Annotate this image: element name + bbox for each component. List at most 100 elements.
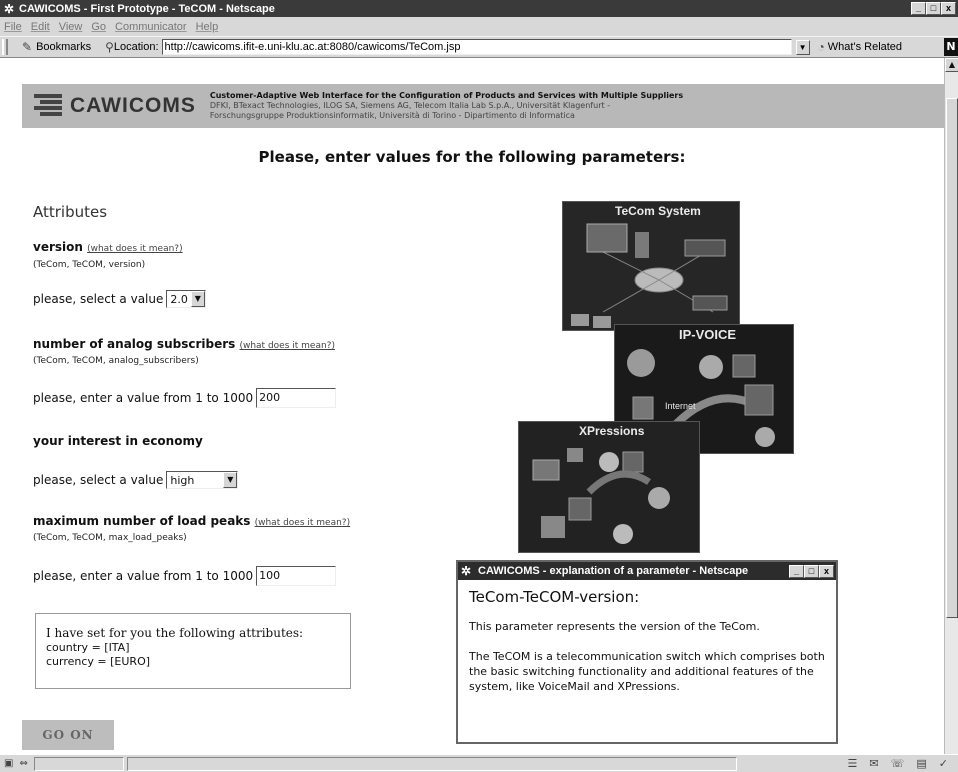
banner-line-2: DFKI, BTexact Technologies, ILOG SA, Sie… <box>209 101 611 110</box>
tecom-system-image: TeCom System <box>562 201 740 331</box>
location-toolbar: ✎ Bookmarks ⚲ Location: http://cawicoms.… <box>0 36 958 58</box>
page-content: CAWICOMS Customer-Adaptive Web Interface… <box>0 58 944 754</box>
param-version-row: please, select a value 2.0 ▼ <box>33 290 206 308</box>
popup-close-button[interactable]: x <box>819 564 834 578</box>
go-on-button[interactable]: GO ON <box>22 720 114 750</box>
url-dropdown-button[interactable]: ▼ <box>795 39 810 55</box>
window-controls: _ □ x <box>911 2 956 15</box>
what-does-it-mean-link-analog[interactable]: (what does it mean?) <box>239 341 335 351</box>
popup-minimize-button[interactable]: _ <box>789 564 804 578</box>
security-icon[interactable]: ▣ <box>4 758 13 769</box>
window-title: CAWICOMS - First Prototype - TeCOM - Net… <box>19 2 275 15</box>
param-analog-subscribers-path: (TeCom, TeCOM, analog_subscribers) <box>33 356 199 366</box>
bookmarks-button[interactable]: ✎ Bookmarks <box>22 40 91 54</box>
cawicoms-banner: CAWICOMS Customer-Adaptive Web Interface… <box>22 84 944 128</box>
bookmarks-icon: ✎ <box>22 40 33 54</box>
maximize-button[interactable]: □ <box>926 2 941 15</box>
location-label: Location: <box>113 41 159 53</box>
param-prompt: please, enter a value from 1 to 1000 <box>33 569 254 583</box>
scroll-up-arrow-icon[interactable]: ▲ <box>945 58 958 72</box>
default-attributes-box: I have set for you the following attribu… <box>35 613 351 689</box>
popup-maximize-button[interactable]: □ <box>804 564 819 578</box>
load-peaks-input[interactable]: 100 <box>256 566 337 586</box>
menu-communicator[interactable]: Communicator <box>115 21 187 33</box>
param-economy-label: your interest in economy <box>33 434 203 448</box>
vertical-scrollbar[interactable]: ▲ <box>944 58 958 754</box>
xpressions-image: XPressions <box>518 421 700 553</box>
param-version-label: version (what does it mean?) <box>33 240 183 254</box>
progress-cell <box>33 756 124 771</box>
navigator-icon[interactable]: ☰ <box>848 757 858 770</box>
netscape-logo[interactable]: N <box>944 38 958 56</box>
url-input[interactable]: http://cawicoms.ifit-e.uni-klu.ac.at:808… <box>161 39 792 55</box>
param-analog-subscribers-row: please, enter a value from 1 to 1000 200 <box>33 388 337 408</box>
version-select[interactable]: 2.0 ▼ <box>166 290 206 308</box>
default-attributes-heading: I have set for you the following attribu… <box>46 626 304 640</box>
what-does-it-mean-link-version[interactable]: (what does it mean?) <box>87 244 183 254</box>
popup-window-controls: _ □ x <box>789 564 834 578</box>
param-prompt: please, select a value <box>33 473 164 487</box>
whats-related-button[interactable]: ◔ What's Related <box>818 40 903 54</box>
newsgroups-icon[interactable]: ☏ <box>891 757 905 770</box>
location-icon[interactable]: ⚲ <box>105 40 114 54</box>
netscape-app-icon: ✲ <box>461 564 472 578</box>
status-bar: ▣ ⇔ ☰ ✉ ☏ ▤ ✓ <box>0 754 958 772</box>
popup-body: TeCom-TeCOM-version: This parameter repr… <box>458 580 836 702</box>
menu-help[interactable]: Help <box>196 21 219 33</box>
param-analog-subscribers-label: number of analog subscribers (what does … <box>33 337 335 351</box>
param-name: maximum number of load peaks <box>33 514 251 528</box>
connection-icon: ⇔ <box>19 758 28 769</box>
popup-paragraph-1: This parameter represents the version of… <box>469 620 760 633</box>
param-load-peaks-label: maximum number of load peaks (what does … <box>33 514 350 528</box>
window-titlebar: ✲ CAWICOMS - First Prototype - TeCOM - N… <box>0 0 958 17</box>
attributes-title: Attributes <box>33 203 108 221</box>
whats-related-icon: ◔ <box>817 40 825 54</box>
scrollbar-thumb[interactable] <box>946 98 958 618</box>
param-prompt: please, enter a value from 1 to 1000 <box>33 391 254 405</box>
network-diagram-icon <box>571 223 728 328</box>
page-title: Please, enter values for the following p… <box>258 148 686 166</box>
param-prompt: please, select a value <box>33 292 164 306</box>
popup-titlebar: ✲ CAWICOMS - explanation of a parameter … <box>458 562 836 580</box>
popup-heading: TeCom-TeCOM-version: <box>469 588 640 606</box>
cawicoms-logo-icon <box>34 92 62 120</box>
menu-edit[interactable]: Edit <box>31 21 50 33</box>
param-economy-row: please, select a value high ▼ <box>33 471 239 489</box>
banner-description: Customer-Adaptive Web Interface for the … <box>210 91 683 121</box>
internet-label: Internet <box>665 401 696 411</box>
menu-view[interactable]: View <box>59 21 83 33</box>
economy-select-value: high <box>170 473 195 487</box>
currency-attribute: currency = [EURO] <box>46 655 151 668</box>
bookmarks-label: Bookmarks <box>36 41 92 53</box>
economy-select[interactable]: high ▼ <box>166 471 239 489</box>
what-does-it-mean-link-load-peaks[interactable]: (what does it mean?) <box>255 518 351 528</box>
address-book-icon[interactable]: ▤ <box>916 757 926 770</box>
version-select-value: 2.0 <box>170 292 188 306</box>
popup-paragraph-2: The TeCOM is a telecommunication switch … <box>469 650 825 693</box>
analog-subscribers-input[interactable]: 200 <box>256 388 337 408</box>
composer-icon[interactable]: ✓ <box>939 757 948 770</box>
minimize-button[interactable]: _ <box>911 2 926 15</box>
menu-file[interactable]: File <box>4 21 22 33</box>
country-attribute: country = [ITA] <box>46 641 130 654</box>
banner-line-3: Forschungsgruppe Produktionsinformatik, … <box>209 111 575 120</box>
param-version-path: (TeCom, TeCOM, version) <box>33 260 146 270</box>
toolbar-grip[interactable] <box>2 39 8 55</box>
chevron-down-icon: ▼ <box>223 472 238 488</box>
parameter-explanation-popup: ✲ CAWICOMS - explanation of a parameter … <box>456 560 838 744</box>
popup-title: CAWICOMS - explanation of a parameter - … <box>478 565 749 577</box>
menu-go[interactable]: Go <box>91 21 106 33</box>
mail-icon[interactable]: ✉ <box>869 757 878 770</box>
param-name: your interest in economy <box>33 434 203 448</box>
param-load-peaks-row: please, enter a value from 1 to 1000 100 <box>33 566 337 586</box>
netscape-app-icon: ✲ <box>3 1 15 16</box>
chevron-down-icon: ▼ <box>190 291 205 307</box>
whats-related-label: What's Related <box>827 41 903 53</box>
banner-line-1: Customer-Adaptive Web Interface for the … <box>209 91 684 100</box>
menu-bar: File Edit View Go Communicator Help <box>0 17 958 36</box>
cawicoms-logo-text: CAWICOMS <box>70 94 196 117</box>
close-button[interactable]: x <box>941 2 956 15</box>
xpressions-illustration-icon <box>532 448 670 544</box>
param-load-peaks-path: (TeCom, TeCOM, max_load_peaks) <box>33 533 187 543</box>
param-name: version <box>33 240 83 254</box>
